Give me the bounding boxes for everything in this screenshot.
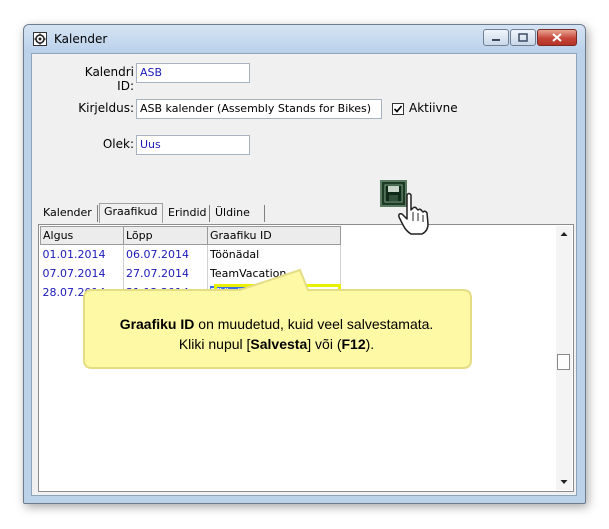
kalendri-id-field[interactable]: ASB xyxy=(136,63,250,83)
aktiivne-checkbox[interactable] xyxy=(392,103,404,115)
maximize-button[interactable] xyxy=(510,29,536,46)
table-header-row: Algus Lõpp Graafiku ID xyxy=(40,226,341,245)
column-header-algus[interactable]: Algus xyxy=(40,226,124,245)
tab-erindid[interactable]: Erindid xyxy=(164,205,210,222)
calendar-gear-icon xyxy=(33,32,47,46)
callout-line-1: Graafiku ID on muudetud, kuid veel salve… xyxy=(84,314,469,334)
table-row[interactable]: 07.07.2014 27.07.2014 TeamVacation xyxy=(40,264,341,283)
kirjeldus-label: Kirjeldus: xyxy=(78,101,134,115)
callout-line2-post: ). xyxy=(365,336,375,352)
olek-field[interactable]: Uus xyxy=(136,135,250,155)
kirjeldus-field[interactable]: ASB kalender (Assembly Stands for Bikes) xyxy=(136,99,382,119)
close-icon xyxy=(552,33,562,42)
minimize-button[interactable] xyxy=(483,29,509,46)
hand-pointer-icon xyxy=(398,192,429,235)
scrollbar-thumb[interactable] xyxy=(557,354,570,370)
cell-algus[interactable]: 28.07.2014 xyxy=(40,283,124,302)
tab-kalender[interactable]: Kalender xyxy=(39,205,98,222)
callout-line2-mid: ] või ( xyxy=(307,336,342,352)
cell-graafiku-id[interactable]: Töönädal xyxy=(207,244,341,264)
kalender-window: Kalender Kalendri ID: ASB Kirjeldus: ASB… xyxy=(23,24,586,504)
minimize-icon xyxy=(492,38,500,41)
cell-algus[interactable]: 01.01.2014 xyxy=(40,244,124,264)
tab-graafikud[interactable]: Graafikud xyxy=(99,203,163,223)
callout-bold-graafiku-id: Graafiku ID xyxy=(119,316,195,332)
window-title: Kalender xyxy=(54,32,108,46)
callout-text: Graafiku ID on muudetud, kuid veel salve… xyxy=(84,314,469,354)
callout-line2-pre: Kliki nupul [ xyxy=(178,336,251,352)
callout-bold-salvesta: Salvesta xyxy=(250,336,308,352)
window-client-area: Kalendri ID: ASB Kirjeldus: ASB kalender… xyxy=(31,53,577,496)
scroll-up-arrow-icon[interactable] xyxy=(556,226,572,242)
cell-lopp[interactable]: 06.07.2014 xyxy=(123,244,208,264)
column-header-lopp[interactable]: Lõpp xyxy=(123,226,208,245)
table-row[interactable]: 01.01.2014 06.07.2014 Töönädal xyxy=(40,244,341,264)
aktiivne-label: Aktiivne xyxy=(409,101,458,115)
graafikud-grid: Algus Lõpp Graafiku ID 01.01.2014 06.07.… xyxy=(38,224,574,492)
close-button[interactable] xyxy=(537,29,577,46)
callout-bold-f12: F12 xyxy=(341,336,366,352)
scroll-down-arrow-icon[interactable] xyxy=(556,474,572,490)
window-controls xyxy=(482,29,577,47)
column-header-graafiku-id[interactable]: Graafiku ID xyxy=(207,226,341,245)
cell-algus[interactable]: 07.07.2014 xyxy=(40,264,124,283)
cell-lopp[interactable]: 27.07.2014 xyxy=(123,264,208,283)
title-bar[interactable]: Kalender xyxy=(24,25,585,53)
edited-cell-highlight xyxy=(214,284,341,302)
olek-label: Olek: xyxy=(102,137,134,151)
vertical-scrollbar[interactable] xyxy=(556,226,572,490)
callout-line-2: Kliki nupul [Salvesta] või (F12). xyxy=(84,334,469,354)
maximize-icon xyxy=(518,33,528,42)
cell-lopp[interactable]: 31.12.2014 xyxy=(123,283,208,302)
kalendri-id-label: Kalendri ID: xyxy=(84,65,134,93)
checkmark-icon xyxy=(393,105,403,113)
callout-line1-rest: on muudetud, kuid veel salvestamata. xyxy=(194,316,434,332)
tab-uldine[interactable]: Üldine xyxy=(211,205,265,222)
cell-graafiku-id[interactable]: TeamVacation xyxy=(207,264,341,283)
